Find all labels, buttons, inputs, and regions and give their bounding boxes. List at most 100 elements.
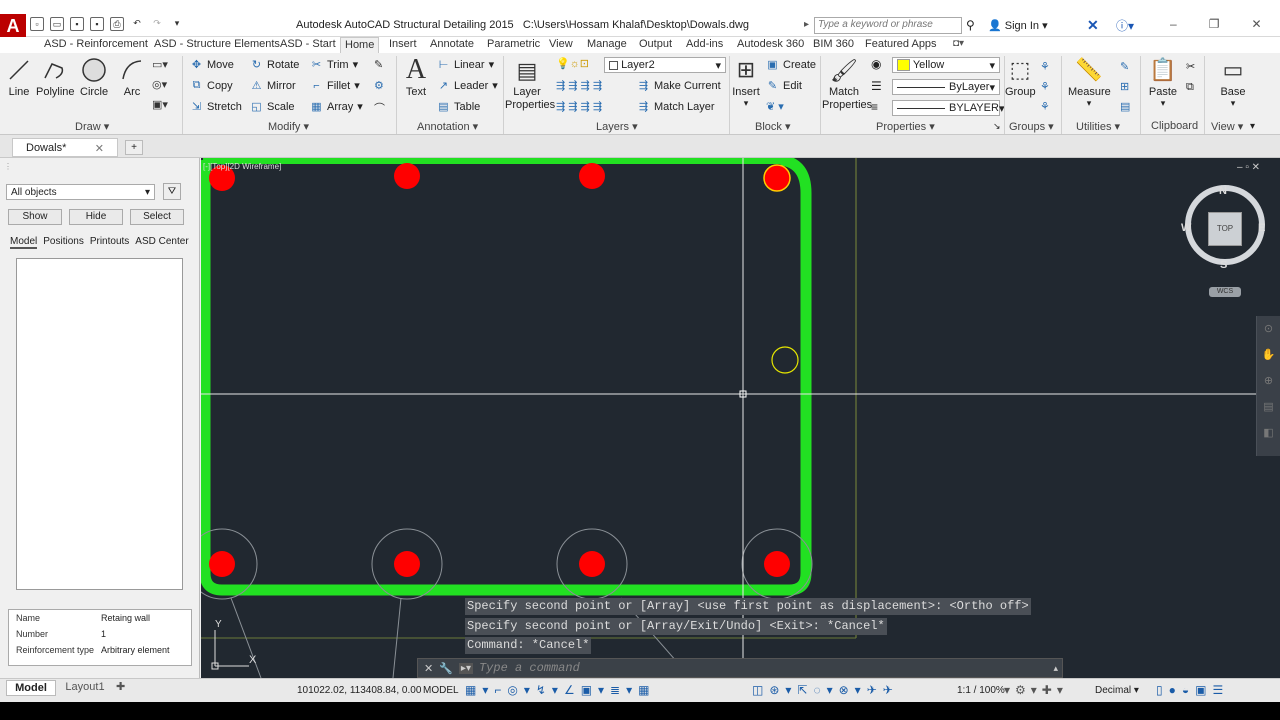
layer-properties-button[interactable]: ▤ Layer Properties: [505, 56, 555, 112]
sign-in-button[interactable]: 👤 Sign In ▾: [988, 19, 1048, 32]
viewcube-top-face[interactable]: TOP: [1208, 212, 1242, 246]
open-icon[interactable]: ▭: [50, 17, 64, 31]
ribbon-toggle-icon[interactable]: ◘▾: [953, 38, 964, 49]
utilities-tools-icons[interactable]: ✎ ⊞ ▤: [1120, 57, 1130, 117]
groups-panel-title[interactable]: Groups ▾: [1009, 120, 1054, 133]
close-window-icon[interactable]: ✕: [1251, 17, 1261, 31]
lineweight-dropdown[interactable]: BYLAYER ▾: [892, 100, 1004, 116]
base-view-button[interactable]: ▭ Base ▾: [1218, 56, 1248, 109]
stretch-button[interactable]: ⇲ Stretch: [190, 100, 242, 114]
offset-icon[interactable]: ⌒: [374, 100, 385, 116]
arc-button[interactable]: Arc: [118, 56, 146, 98]
viewport-controls-label[interactable]: [-][Top][2D Wireframe]: [203, 162, 281, 171]
navigation-bar[interactable]: ⊙ ✋ ⊕ ▤ ◧: [1256, 316, 1280, 456]
group-tools-icons[interactable]: ⚘ ⚘ ⚘: [1040, 57, 1054, 117]
customize-icon[interactable]: 🔧: [439, 662, 453, 675]
line-button[interactable]: Line: [5, 56, 33, 98]
linetype-icon[interactable]: ☰: [871, 79, 882, 93]
linetype-dropdown[interactable]: ByLayer ▾: [892, 79, 1000, 95]
table-button[interactable]: ▤ Table: [437, 100, 480, 114]
color-dropdown[interactable]: Yellow ▾: [892, 57, 1000, 73]
show-button[interactable]: Show: [8, 209, 62, 225]
match-layer-button[interactable]: ⇶ Match Layer: [637, 100, 715, 114]
viewcube-north[interactable]: N: [1219, 185, 1227, 197]
layer-state-icons[interactable]: 💡☼⊡: [556, 57, 589, 70]
annotation-panel-title[interactable]: Annotation ▾: [417, 120, 478, 133]
tab-positions[interactable]: Positions: [43, 236, 84, 249]
exchange-icon[interactable]: ✕: [1087, 17, 1099, 34]
viewcube-east[interactable]: E: [1258, 222, 1265, 234]
properties-dialog-launcher-icon[interactable]: ↘: [993, 121, 1001, 132]
model-space-toggle[interactable]: MODEL: [423, 685, 459, 696]
array-button[interactable]: ▦ Array ▾: [310, 100, 363, 114]
minimize-icon[interactable]: –: [1170, 17, 1177, 31]
polyline-button[interactable]: Polyline: [36, 56, 75, 98]
draw-panel-title[interactable]: Draw ▾: [75, 120, 109, 133]
document-tab-dowals[interactable]: Dowals* ✕: [12, 138, 118, 157]
add-layout-icon[interactable]: ✚: [116, 680, 125, 693]
object-tree-list[interactable]: [16, 258, 183, 590]
viewcube-south[interactable]: S: [1220, 259, 1227, 271]
tab-output[interactable]: Output: [635, 37, 676, 53]
layer-dropdown[interactable]: Layer2 ▾: [604, 57, 726, 73]
restore-icon[interactable]: ❐: [1209, 17, 1220, 31]
qat-dropdown-icon[interactable]: ▾: [170, 17, 184, 31]
command-history-toggle-icon[interactable]: ▴: [1053, 663, 1058, 674]
tab-asd-center[interactable]: ASD Center: [135, 236, 188, 249]
search-arrow-icon[interactable]: ▸: [804, 19, 809, 30]
tab-model[interactable]: Model: [10, 236, 38, 249]
erase-icon[interactable]: ✎: [374, 58, 383, 71]
cursor-coordinates[interactable]: 101022.02, 113408.84, 0.00: [297, 685, 421, 696]
clipboard-panel-title[interactable]: Clipboard: [1151, 120, 1198, 132]
modify-panel-title[interactable]: Modify ▾: [268, 120, 309, 133]
property-row[interactable]: Name Retaing wall: [9, 610, 191, 626]
units-dropdown[interactable]: Decimal ▾: [1095, 685, 1139, 696]
rebar-bar[interactable]: [394, 163, 420, 189]
property-row[interactable]: Number 1: [9, 626, 191, 642]
make-current-button[interactable]: ⇶ Make Current: [637, 79, 721, 93]
close-icon[interactable]: ✕: [424, 662, 433, 675]
utilities-panel-title[interactable]: Utilities ▾: [1076, 120, 1120, 133]
rotate-button[interactable]: ↻ Rotate: [250, 58, 300, 72]
rebar-bar[interactable]: [764, 551, 790, 577]
properties-panel-title[interactable]: Properties ▾: [876, 120, 935, 133]
color-wheel-icon[interactable]: ◉: [871, 57, 881, 71]
undo-icon[interactable]: ↶: [130, 17, 144, 31]
leader-button[interactable]: ↗ Leader ▾: [437, 79, 498, 93]
wcs-menu[interactable]: WCS: [1209, 287, 1241, 297]
rectangle-icon[interactable]: ▭▾: [152, 58, 168, 71]
clipboard-tools-icons[interactable]: ✂ ⧉: [1186, 57, 1195, 97]
layers-panel-title[interactable]: Layers ▾: [596, 120, 638, 133]
mirror-button[interactable]: ⚠ Mirror: [250, 79, 296, 93]
layer-tools-icons-row2[interactable]: ⇶ ⇶ ⇶ ⇶: [556, 100, 602, 113]
annotation-scale[interactable]: 1:1 / 100%: [957, 685, 1005, 696]
copy-button[interactable]: ⧉ Copy: [190, 79, 233, 92]
scale-button[interactable]: ◱ Scale: [250, 100, 294, 114]
tab-printouts[interactable]: Printouts: [90, 236, 129, 249]
new-icon[interactable]: ▫: [30, 17, 44, 31]
group-button[interactable]: ⬚ Group: [1005, 56, 1036, 98]
match-properties-button[interactable]: 🖌 Match Properties: [822, 56, 872, 112]
viewport-window-controls[interactable]: – ▫ ✕: [1237, 162, 1260, 173]
tab-asd-reinforcement[interactable]: ASD - Reinforcement: [40, 37, 152, 53]
workspace-icons[interactable]: ▾⚙▾✚▾: [1004, 683, 1068, 697]
plot-icon[interactable]: ⎙: [110, 17, 124, 31]
tab-asd-structure-elements[interactable]: ASD - Structure Elements: [150, 37, 284, 53]
rebar-bar[interactable]: [394, 551, 420, 577]
ribbon-overflow-icon[interactable]: ▾: [1250, 121, 1255, 132]
lineweight-icon[interactable]: ≡: [871, 100, 878, 114]
tab-manage[interactable]: Manage: [583, 37, 631, 53]
tab-parametric[interactable]: Parametric: [483, 37, 544, 53]
create-block-button[interactable]: ▣ Create: [766, 58, 816, 72]
stirrup-outline[interactable]: [201, 158, 812, 596]
tab-layout1[interactable]: Layout1: [62, 680, 108, 696]
rebar-bar[interactable]: [209, 551, 235, 577]
close-tab-icon[interactable]: ✕: [95, 142, 104, 155]
tab-view[interactable]: View: [545, 37, 577, 53]
explode-icon[interactable]: ⚙: [374, 79, 384, 92]
binoculars-icon[interactable]: ⚲: [966, 18, 975, 32]
linear-dimension-button[interactable]: ⊢ Linear ▾: [437, 58, 494, 72]
layer-tools-icons[interactable]: ⇶ ⇶ ⇶ ⇶: [556, 79, 602, 92]
move-button[interactable]: ✥ Move: [190, 58, 234, 72]
save-icon[interactable]: ▪: [70, 17, 84, 31]
